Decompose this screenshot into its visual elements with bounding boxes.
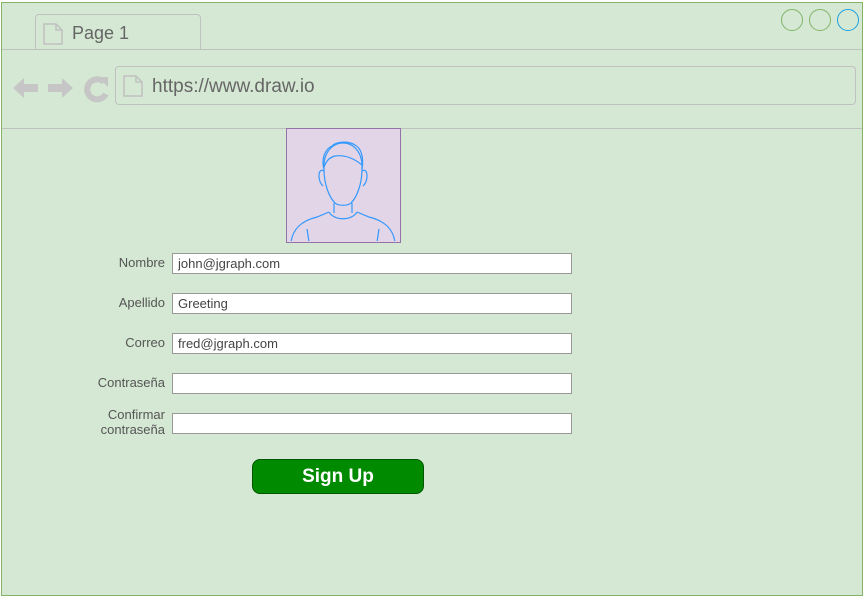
- address-bar-divider: [2, 128, 862, 129]
- confirmar-contrasena-input[interactable]: [172, 413, 572, 434]
- maximize-button[interactable]: [809, 9, 831, 31]
- back-arrow-icon[interactable]: [13, 78, 38, 98]
- nombre-label: Nombre: [118, 255, 165, 270]
- page-icon: [43, 23, 63, 50]
- navigation-controls: [12, 75, 112, 108]
- tab-page-1[interactable]: Page 1: [35, 14, 201, 50]
- forward-arrow-icon[interactable]: [48, 78, 73, 98]
- url-text: https://www.draw.io: [152, 76, 315, 97]
- avatar: [286, 128, 401, 243]
- page-icon: [123, 75, 143, 102]
- contrasena-label: Contraseña: [97, 375, 165, 390]
- tab-bar-divider: [2, 49, 862, 50]
- correo-label: Correo: [125, 335, 165, 350]
- apellido-input[interactable]: [172, 293, 572, 314]
- sign-up-button[interactable]: Sign Up: [252, 459, 424, 494]
- tab-label: Page 1: [72, 23, 130, 43]
- correo-input[interactable]: [172, 333, 572, 354]
- confirmar-label-line2: contraseña: [100, 422, 165, 437]
- user-silhouette-icon: [290, 141, 396, 242]
- confirmar-contrasena-label: Confirmar contraseña: [101, 407, 165, 437]
- apellido-label: Apellido: [118, 295, 165, 310]
- nombre-input[interactable]: [172, 253, 572, 274]
- browser-window: Page 1 https://www.draw.io Nombre john@j…: [1, 2, 863, 596]
- minimize-button[interactable]: [781, 9, 803, 31]
- close-button[interactable]: [837, 9, 859, 31]
- contrasena-input[interactable]: [172, 373, 572, 394]
- refresh-icon[interactable]: [84, 76, 109, 103]
- address-bar[interactable]: https://www.draw.io: [115, 66, 856, 105]
- confirmar-label-line1: Confirmar: [107, 407, 165, 422]
